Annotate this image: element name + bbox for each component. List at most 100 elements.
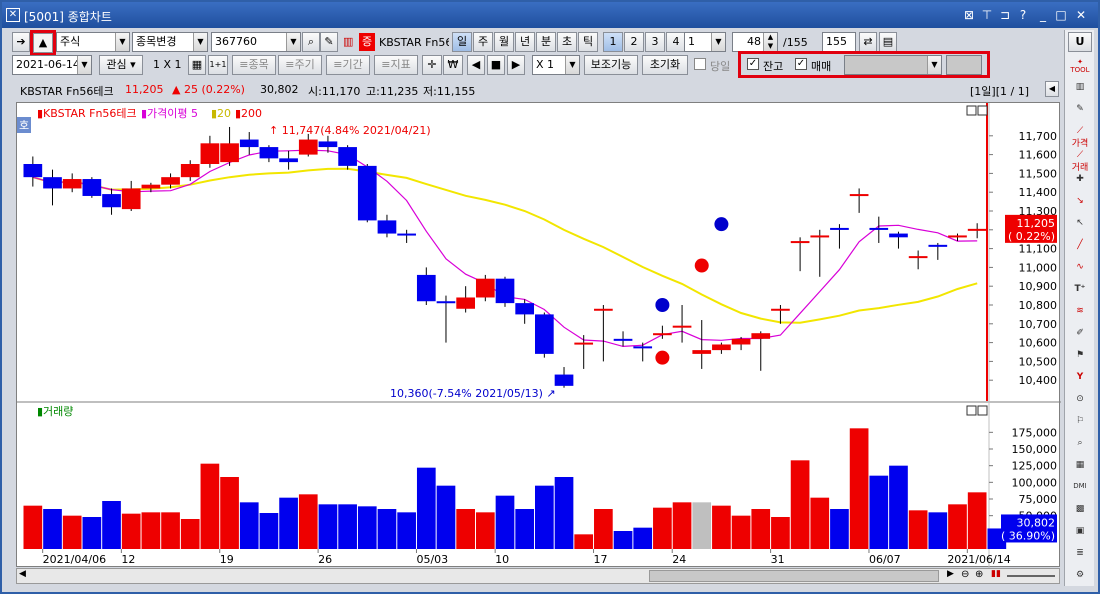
volume-bar bbox=[161, 512, 180, 549]
fibonacci-icon[interactable]: ≋ bbox=[1070, 306, 1090, 326]
period-num-select[interactable]: 1 ▼ bbox=[684, 32, 726, 52]
bar-chart-icon[interactable]: ▥ bbox=[1070, 82, 1090, 102]
collapse-icon[interactable]: ◀ bbox=[1045, 81, 1059, 97]
line-icon[interactable]: ╱ bbox=[1070, 240, 1090, 260]
stock-code-input[interactable]: 367760 ▼ bbox=[211, 32, 301, 52]
pin-icon[interactable]: ⊤ bbox=[980, 8, 994, 22]
split-button[interactable]: 1+1 bbox=[208, 55, 228, 75]
info-stock-name: KBSTAR Fn56테크 bbox=[20, 85, 114, 98]
tool-icon[interactable]: ✦ TOOL bbox=[1070, 58, 1090, 78]
stop-icon[interactable]: ■ bbox=[487, 55, 505, 75]
restore-icon[interactable]: ⊐ bbox=[998, 8, 1012, 22]
close-icon[interactable]: ✕ bbox=[1074, 8, 1088, 22]
period-num-1[interactable]: 1 bbox=[603, 32, 623, 52]
period-tab-6[interactable]: 틱 bbox=[578, 32, 598, 52]
volume-bar bbox=[279, 497, 298, 549]
dmi-icon[interactable]: DMI bbox=[1070, 482, 1090, 502]
scroll-right-arrow-icon[interactable]: ▶ bbox=[947, 569, 954, 579]
wave-icon[interactable]: ∿ bbox=[1070, 262, 1090, 282]
candle-body bbox=[220, 143, 239, 163]
bars-icon[interactable]: ▮▮ bbox=[991, 569, 1001, 579]
window-menu-icon[interactable]: ✕ bbox=[6, 8, 20, 22]
volume-bar bbox=[908, 510, 928, 549]
close-box-icon[interactable]: ⊠ bbox=[962, 8, 976, 22]
zoom-slider[interactable] bbox=[1007, 575, 1055, 577]
user-button[interactable]: U bbox=[1068, 32, 1092, 52]
volume-bar bbox=[200, 463, 220, 549]
assist-button[interactable]: 보조기능 bbox=[584, 55, 638, 75]
prev-arrow-icon[interactable]: ➔ bbox=[12, 32, 30, 52]
interest-button[interactable]: 관심 ▾ bbox=[99, 55, 143, 75]
search-list-icon[interactable]: ⌕ bbox=[1070, 438, 1090, 458]
buy-marker bbox=[655, 350, 670, 365]
period-tab-3[interactable]: 년 bbox=[515, 32, 535, 52]
period-tab-0[interactable]: 일 bbox=[452, 32, 472, 52]
grid-icon[interactable]: ▦ bbox=[188, 55, 206, 75]
date-select[interactable]: 2021-06-14 ▼ bbox=[12, 55, 92, 75]
scroll-right-icon[interactable]: ▶ bbox=[507, 55, 525, 75]
stock-change-select[interactable]: 종목변경 ▼ bbox=[132, 32, 208, 52]
won-icon[interactable]: ₩ bbox=[443, 55, 463, 75]
zoom-in-icon[interactable]: ⊕ bbox=[975, 569, 983, 580]
reset-button[interactable]: 초기화 bbox=[642, 55, 688, 75]
count2-input[interactable]: 155 bbox=[822, 32, 856, 52]
range-setting-button[interactable]: ≡기간 bbox=[326, 55, 370, 75]
period-tab-4[interactable]: 분 bbox=[536, 32, 556, 52]
period-tab-5[interactable]: 초 bbox=[557, 32, 577, 52]
candle-body bbox=[535, 314, 554, 354]
window-icon[interactable]: ▣ bbox=[1070, 526, 1090, 546]
pen-icon[interactable]: ✐ bbox=[1070, 328, 1090, 348]
volume-bar bbox=[948, 504, 967, 549]
swap-icon[interactable]: ⇄ bbox=[859, 32, 877, 52]
y-axis-icon[interactable]: Y bbox=[1070, 372, 1090, 392]
minimize-icon[interactable]: _ bbox=[1036, 8, 1050, 22]
wrench-tool-icon[interactable]: ✎ bbox=[1070, 104, 1090, 124]
brush-icon[interactable]: ⚑ bbox=[1070, 350, 1090, 370]
period-tab-1[interactable]: 주 bbox=[473, 32, 493, 52]
candle-body bbox=[318, 141, 338, 148]
chart-area[interactable]: 11,70011,60011,50011,40011,30011,20011,1… bbox=[16, 102, 1061, 568]
save-icon[interactable]: ▤ bbox=[879, 32, 897, 52]
crosshair-icon[interactable]: ✛ bbox=[422, 55, 442, 75]
x-tick-label: 2021/04/06 bbox=[43, 553, 106, 566]
maximize-icon[interactable]: □ bbox=[1054, 8, 1068, 22]
scroll-left-arrow-icon[interactable]: ◀ bbox=[19, 569, 26, 579]
crosshair-tool-icon[interactable]: ✚ bbox=[1070, 174, 1090, 194]
horizontal-scrollbar[interactable]: ◀ ▶ ⊖ ⊕ ▮▮ bbox=[16, 568, 1060, 584]
scroll-down-icon[interactable] bbox=[1071, 566, 1091, 586]
zoom-select[interactable]: X 1 ▼ bbox=[532, 55, 580, 75]
zoom-out-icon[interactable]: ⊖ bbox=[961, 569, 969, 580]
period-num-4[interactable]: 4 bbox=[666, 32, 686, 52]
period-num-3[interactable]: 3 bbox=[645, 32, 665, 52]
flag-icon[interactable]: ⚐ bbox=[1070, 416, 1090, 436]
volume-bar bbox=[298, 494, 318, 549]
stock-setting-button[interactable]: ≡종목 bbox=[232, 55, 276, 75]
scroll-left-icon[interactable]: ◀ bbox=[467, 55, 485, 75]
price-line-icon[interactable]: ⟋ 가격 bbox=[1070, 126, 1090, 149]
magnifier-icon[interactable]: ⊙ bbox=[1070, 394, 1090, 414]
period-num-2[interactable]: 2 bbox=[624, 32, 644, 52]
candle-body bbox=[751, 333, 771, 339]
market-select[interactable]: 주식 ▼ bbox=[56, 32, 130, 52]
volume-bar bbox=[928, 512, 948, 549]
volume-bar bbox=[810, 497, 830, 549]
ray-icon[interactable]: ↘ bbox=[1070, 196, 1090, 216]
price-label: 11,205 bbox=[1017, 217, 1056, 230]
wrench-icon[interactable]: ✎ bbox=[320, 32, 338, 52]
period-tab-2[interactable]: 월 bbox=[494, 32, 514, 52]
help-icon[interactable]: ? bbox=[1016, 8, 1030, 22]
volume-line-icon[interactable]: ⟋ 거래 bbox=[1070, 150, 1090, 173]
scroll-thumb[interactable] bbox=[649, 570, 939, 582]
compare-icon[interactable]: ▩ bbox=[1070, 504, 1090, 524]
cycle-setting-button[interactable]: ≡주기 bbox=[278, 55, 322, 75]
grid-search-icon[interactable]: ▦ bbox=[1070, 460, 1090, 480]
cursor-icon[interactable]: ↖ bbox=[1070, 218, 1090, 238]
sell-marker bbox=[655, 298, 670, 312]
indicator-setting-button[interactable]: ≡지표 bbox=[374, 55, 418, 75]
count-spinner[interactable]: 48 ▲ ▼ bbox=[732, 32, 778, 52]
chart-list-icon[interactable]: ≣ bbox=[1070, 548, 1090, 568]
text-tool-icon[interactable]: T⁺ bbox=[1070, 284, 1090, 304]
today-checkbox[interactable] bbox=[694, 58, 706, 70]
search-icon[interactable]: ⌕ bbox=[302, 32, 320, 52]
candlestick-chart[interactable]: 11,70011,60011,50011,40011,30011,20011,1… bbox=[17, 103, 1061, 568]
